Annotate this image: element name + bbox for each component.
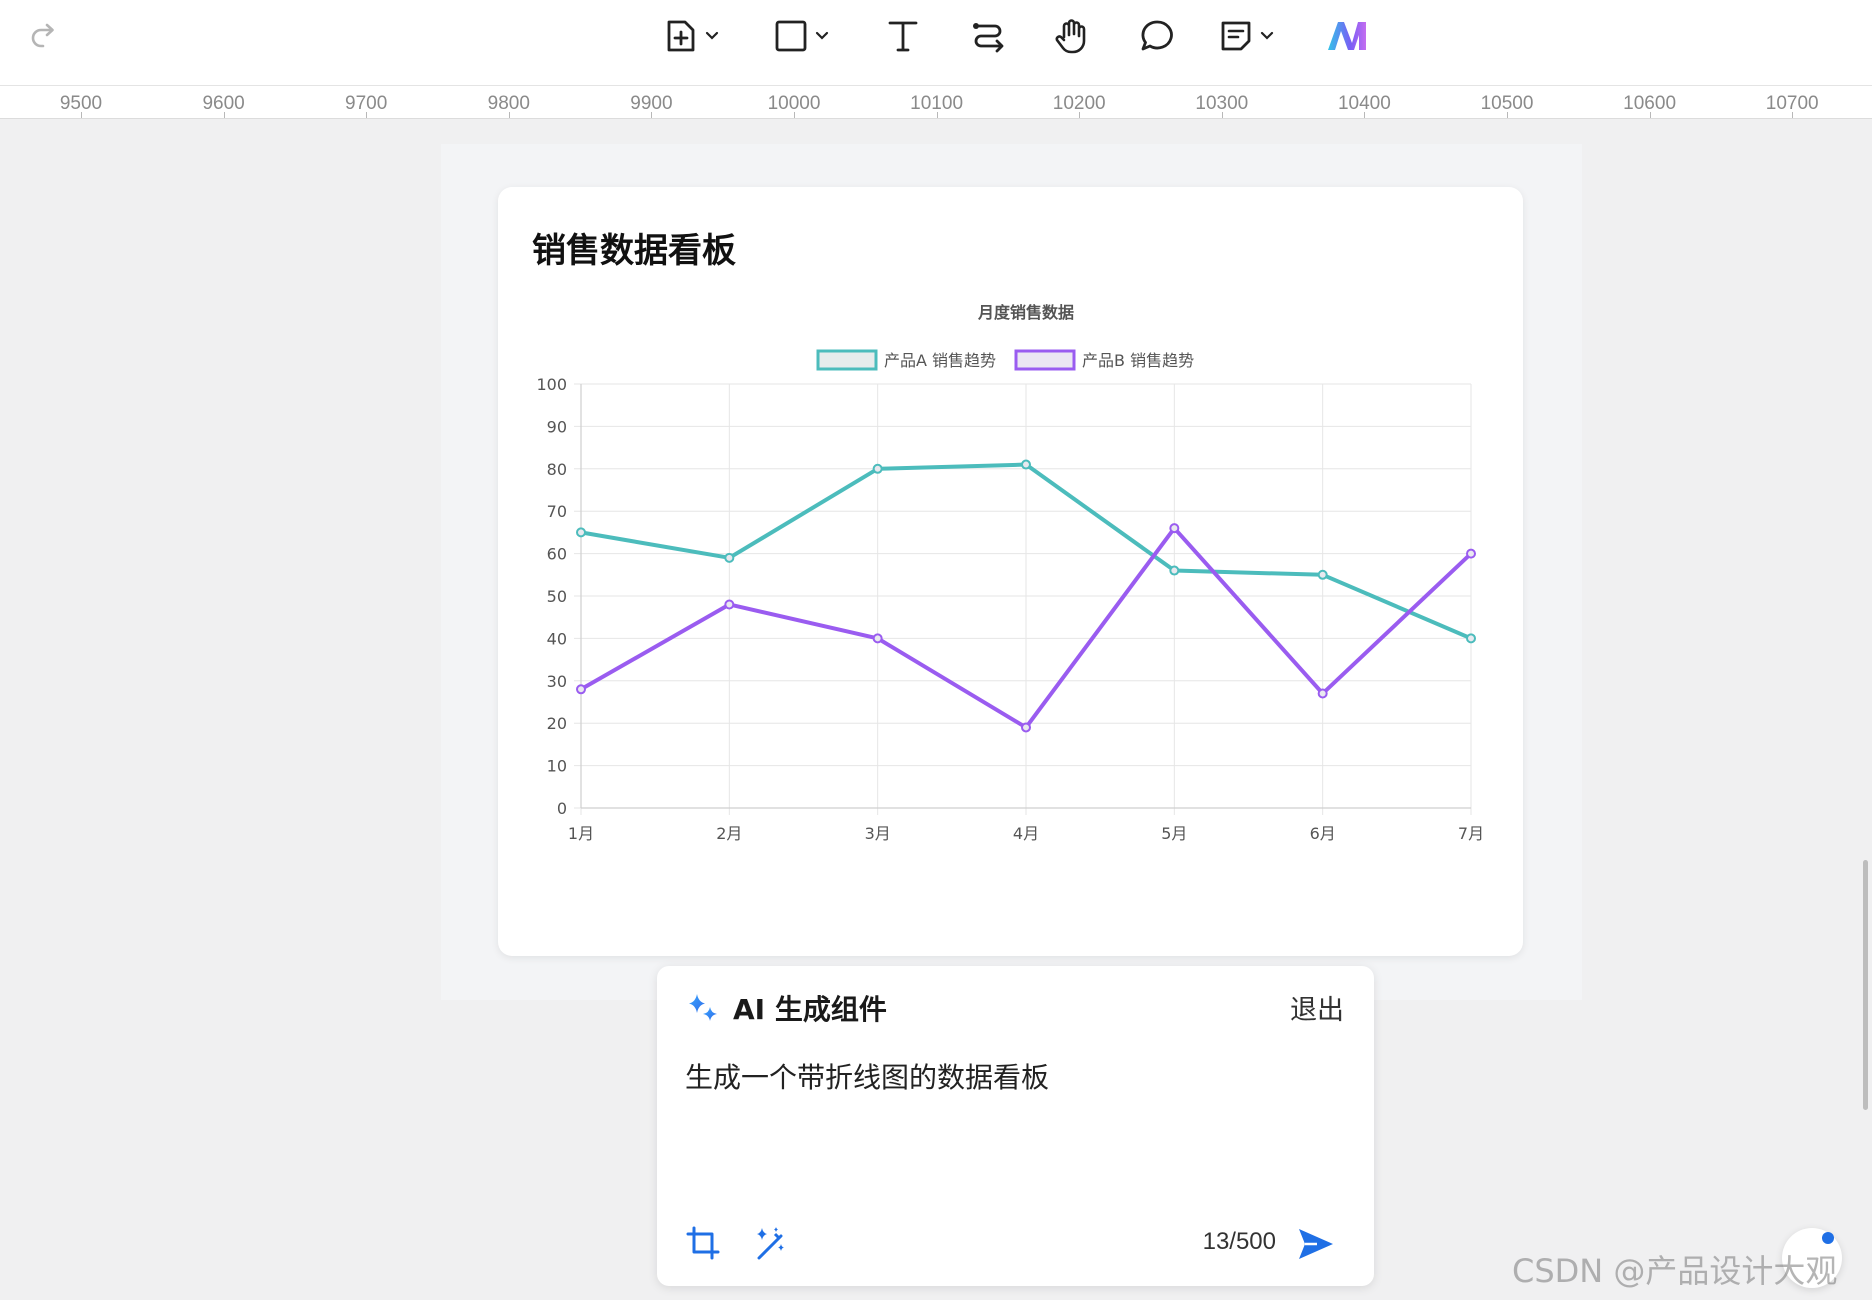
data-point (1466, 548, 1476, 559)
data-point (1021, 722, 1031, 733)
text-tool[interactable] (886, 14, 920, 58)
x-tick-label: 3月 (865, 824, 891, 843)
connector-tool[interactable] (970, 14, 1006, 58)
prompt-input[interactable]: 生成一个带折线图的数据看板 (685, 1056, 1049, 1096)
y-tick-label: 70 (547, 502, 567, 521)
x-tick-label: 1月 (568, 824, 594, 843)
magic-wand-icon[interactable] (751, 1224, 789, 1262)
ai-logo[interactable] (1326, 14, 1370, 58)
text-t-icon (888, 21, 918, 52)
horizontal-ruler: 9500 9600 9700 9800 9900 10000 10100 10200 10300… (0, 86, 1872, 119)
rectangle-icon (775, 20, 807, 52)
top-toolbar (0, 0, 1872, 86)
chart-title: 月度销售数据 (977, 303, 1074, 322)
y-tick-label: 60 (547, 545, 567, 564)
y-tick-label: 50 (547, 587, 567, 606)
line-chart: 月度销售数据产品A 销售趋势 产品B 销售趋势 0 10 20 30 40 50 60 70 80 9… (536, 303, 1484, 843)
exit-button[interactable]: 退出 (1290, 988, 1344, 1027)
y-tick-label: 40 (547, 629, 567, 648)
x-tick-label: 5月 (1161, 824, 1187, 843)
add-page-tool[interactable] (664, 14, 720, 58)
ruler-tick (1079, 112, 1081, 118)
char-counter: 13/500 (1202, 1228, 1276, 1255)
dashboard-card[interactable]: 销售数据看板 月度销售数据 产品A 销售趋势 产品B 销售趋势 0 10 20 30 40 50… (498, 187, 1523, 956)
data-point (1466, 633, 1476, 644)
ruler-tick (366, 112, 368, 118)
ruler-tick (651, 112, 653, 118)
ruler-tick (81, 112, 82, 118)
shape-tool[interactable] (774, 14, 830, 58)
ruler-tick (508, 112, 510, 118)
ai-panel-title: AI 生成组件 (733, 993, 887, 1026)
speech-bubble-icon (1141, 20, 1173, 51)
square-plus-icon (667, 20, 695, 52)
data-point (872, 633, 883, 644)
ruler-tick (1221, 112, 1223, 118)
legend-swatch (816, 349, 878, 371)
chevron-down-icon (815, 31, 829, 40)
data-point (576, 684, 586, 695)
chevron-down-icon (705, 31, 719, 40)
x-tick-label: 2月 (716, 824, 742, 843)
legend-label: 产品B 销售趋势 (1082, 351, 1194, 370)
x-tick-label: 7月 (1458, 824, 1484, 843)
y-tick-label: 30 (547, 672, 567, 691)
data-point (724, 552, 735, 563)
notification-dot (1822, 1232, 1834, 1244)
chevron-down-icon (1260, 31, 1274, 40)
legend-swatch (1014, 349, 1076, 371)
y-tick-label: 80 (547, 460, 567, 479)
ruler-tick (223, 112, 225, 118)
ai-generate-panel: AI 生成组件 退出 生成一个带折线图的数据看板 13/500 (657, 966, 1374, 1286)
ruler-tick (1792, 112, 1794, 118)
sparkle-icon (689, 994, 717, 1021)
y-tick-label: 20 (547, 714, 567, 733)
redo-icon[interactable] (26, 18, 62, 54)
note-icon (1221, 21, 1251, 51)
comment-tool[interactable] (1139, 14, 1175, 58)
connector-icon (973, 23, 1004, 53)
ai-panel-tools (685, 1224, 789, 1262)
y-tick-label: 10 (547, 757, 567, 776)
data-point (1317, 688, 1328, 699)
data-point (1169, 523, 1180, 534)
y-tick-label: 100 (536, 375, 567, 394)
x-tick-label: 6月 (1310, 824, 1336, 843)
data-point (1169, 565, 1180, 576)
note-tool[interactable] (1219, 14, 1275, 58)
ruler-tick (794, 112, 795, 118)
vertical-scrollbar[interactable] (1863, 860, 1868, 1110)
data-point (576, 527, 586, 538)
data-point (872, 463, 883, 474)
data-point (1021, 459, 1031, 470)
watermark: CSDN @产品设计大观 (1512, 1252, 1838, 1290)
ruler-tick (936, 112, 938, 118)
crop-icon[interactable] (685, 1225, 721, 1261)
data-point (724, 599, 735, 610)
hand-icon (1055, 19, 1086, 54)
data-point (1317, 569, 1328, 580)
send-button[interactable] (1296, 1224, 1336, 1264)
ruler-tick (1364, 112, 1366, 118)
ai-logo-icon (1328, 22, 1366, 50)
send-icon (1299, 1229, 1333, 1259)
ruler-tick (1649, 112, 1651, 118)
ruler-tick (1507, 112, 1508, 118)
y-tick-label: 90 (547, 417, 567, 436)
hand-tool[interactable] (1053, 14, 1091, 58)
ai-panel-header: AI 生成组件 (685, 988, 887, 1028)
x-tick-label: 4月 (1013, 824, 1039, 843)
y-tick-label: 0 (557, 799, 567, 818)
legend-label: 产品A 销售趋势 (884, 351, 996, 370)
